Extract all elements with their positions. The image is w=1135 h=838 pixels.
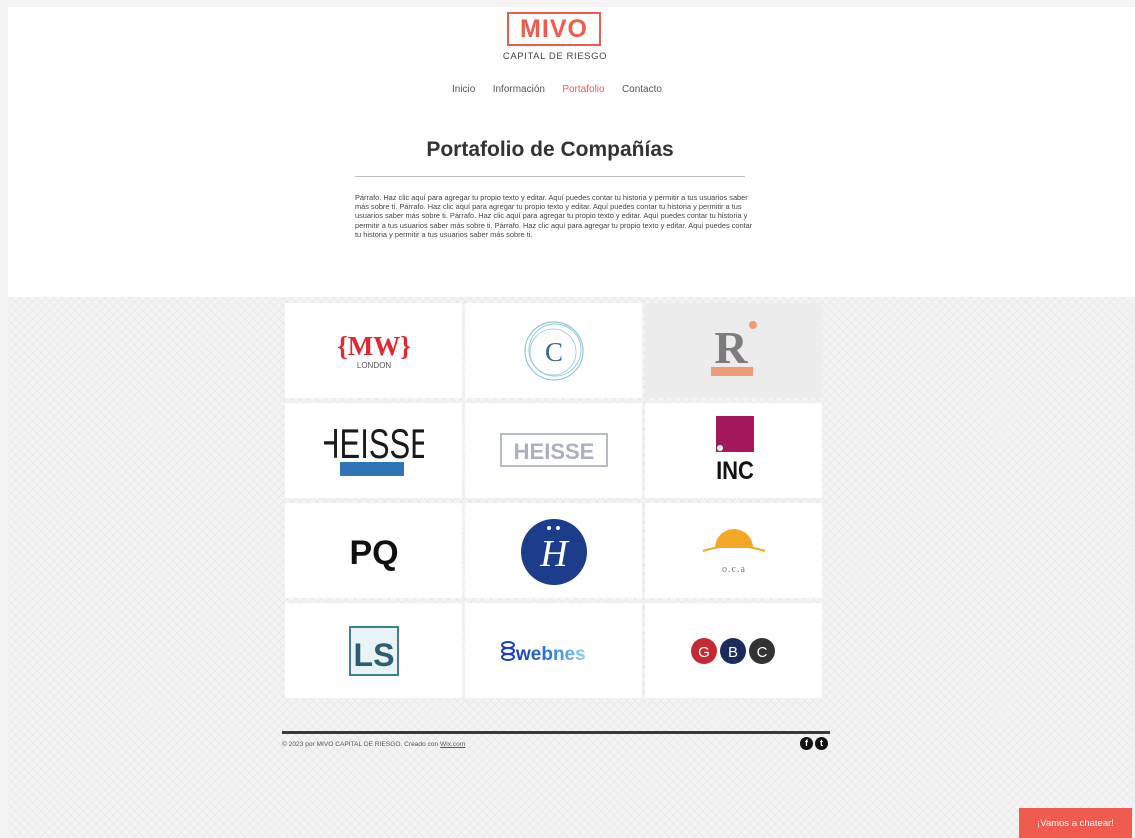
portfolio-tile-gbc[interactable]: G B C: [645, 603, 822, 698]
portfolio-tile-c[interactable]: C: [465, 303, 642, 398]
portfolio-tile-heisse-gray[interactable]: HEISSE: [465, 403, 642, 498]
footer-divider: [282, 731, 830, 734]
chat-button[interactable]: ¡Vamos a chatear!: [1019, 808, 1132, 838]
site-logo-text: MIVO: [520, 14, 588, 43]
oca-text: o.c.a: [722, 564, 746, 575]
r-logo-text: R: [714, 322, 748, 373]
webnes-logo: webnes: [500, 640, 586, 665]
h-text: H: [539, 533, 570, 575]
heisse-gray-text: HEISSE: [513, 439, 594, 464]
heisse-gray-logo: HEISSE: [499, 432, 608, 467]
site-logo[interactable]: MIVO: [507, 12, 601, 46]
gbc-letter-b: B: [727, 644, 737, 661]
footer-copyright-text: © 2023 por MIVO CAPITAL DE RIESGO. Cread…: [282, 741, 441, 748]
nav-item-informacion[interactable]: Información: [493, 84, 545, 95]
webnes-text: webnes: [515, 644, 586, 665]
gbc-letter-g: G: [698, 644, 710, 661]
portfolio-grid: {MW} LONDON C R HEISSE HEISSE: [285, 303, 822, 698]
heisse-black-text: HEISSE: [324, 420, 424, 467]
pq-text: PQ: [349, 534, 398, 572]
pq-logo: PQ: [349, 534, 398, 572]
portfolio-tile-mw-london[interactable]: {MW} LONDON: [285, 303, 462, 398]
heisse-black-logo: HEISSE: [324, 420, 424, 476]
portfolio-tile-heisse-black[interactable]: HEISSE: [285, 403, 462, 498]
nav-item-contacto[interactable]: Contacto: [622, 84, 662, 95]
h-script-logo: H: [520, 518, 587, 585]
portfolio-tile-inc[interactable]: INC: [645, 403, 822, 498]
mw-london-logo: {MW} LONDON: [337, 331, 411, 370]
page-title: Portafolio de Compañías: [426, 138, 674, 161]
oca-logo: o.c.a: [702, 528, 765, 575]
twitter-icon[interactable]: t: [815, 737, 828, 750]
mw-logo-sub: LONDON: [356, 361, 390, 370]
title-divider: [355, 176, 745, 177]
social-links: f t: [800, 737, 830, 751]
footer-wix-link[interactable]: Wix.com: [440, 741, 465, 748]
portfolio-tile-r[interactable]: R: [645, 303, 822, 398]
c-circle-logo: C: [523, 320, 584, 381]
inc-logo: INC: [715, 415, 754, 485]
portfolio-tile-oca[interactable]: o.c.a: [645, 503, 822, 598]
nav-item-inicio[interactable]: Inicio: [452, 84, 475, 95]
portfolio-tile-ls[interactable]: LS: [285, 603, 462, 698]
portfolio-tile-webnes[interactable]: webnes: [465, 603, 642, 698]
portfolio-tile-h[interactable]: H: [465, 503, 642, 598]
ls-logo: LS: [348, 625, 399, 676]
site-logo-subtitle: CAPITAL DE RIESGO: [502, 51, 608, 62]
facebook-icon[interactable]: f: [800, 737, 813, 750]
ls-text: LS: [353, 637, 394, 673]
portfolio-tile-pq[interactable]: PQ: [285, 503, 462, 598]
r-logo: R: [710, 320, 757, 376]
gbc-logo: G B C: [690, 637, 775, 664]
intro-paragraph: Párrafo. Haz clic aquí para agregar tu p…: [355, 193, 753, 239]
gbc-letter-c: C: [756, 644, 767, 661]
mw-logo-text: {MW}: [337, 331, 411, 361]
c-logo-text: C: [544, 337, 562, 367]
nav-item-portafolio[interactable]: Portafolio: [562, 84, 604, 95]
main-nav: Inicio Información Portafolio Contacto: [452, 82, 662, 96]
footer-copyright: © 2023 por MIVO CAPITAL DE RIESGO. Cread…: [282, 741, 582, 748]
inc-text: INC: [716, 457, 754, 485]
